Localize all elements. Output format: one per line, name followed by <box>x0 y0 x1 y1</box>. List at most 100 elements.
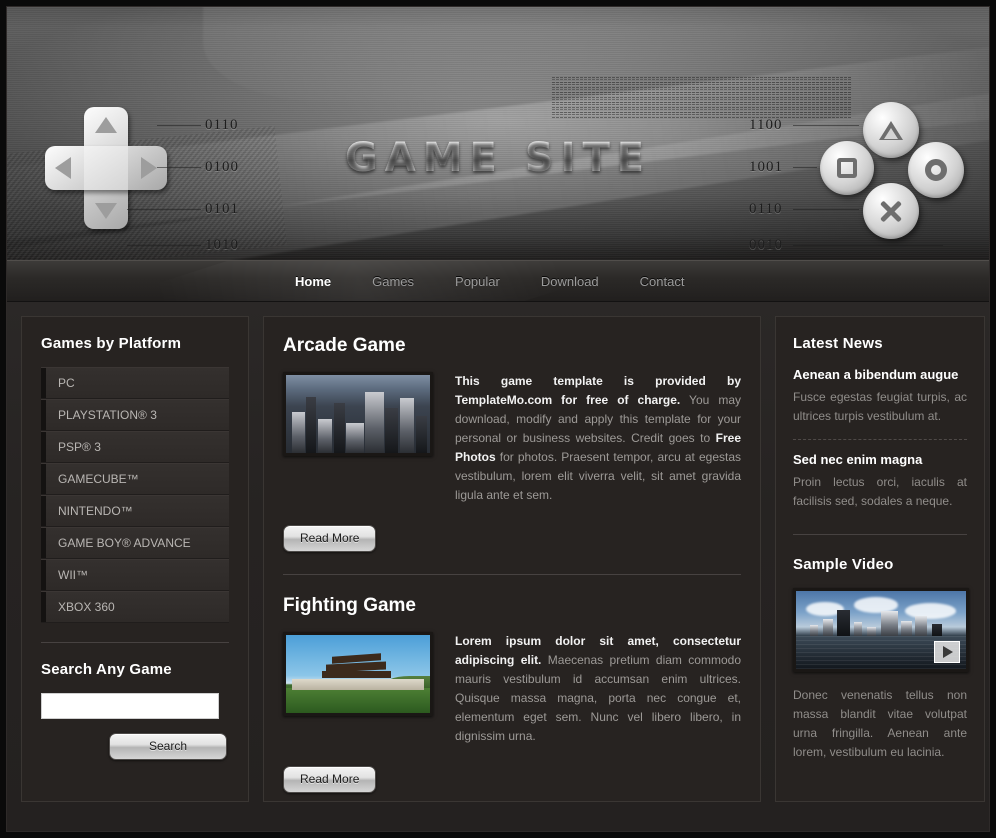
search-button[interactable]: Search <box>109 733 227 760</box>
video-caption: Donec venenatis tellus non massa blandit… <box>793 688 967 759</box>
article-title: Fighting Game <box>283 595 416 616</box>
nav-link-games[interactable]: Games <box>360 270 426 293</box>
article-fighting-game: Fighting Game Lorem ipsum dolor sit amet… <box>283 595 741 793</box>
nav-link-popular[interactable]: Popular <box>443 270 512 293</box>
building <box>836 609 851 637</box>
video-thumbnail[interactable] <box>793 588 969 672</box>
list-item: WII™ <box>41 559 229 591</box>
building <box>881 611 898 637</box>
sidebar-divider <box>41 642 229 643</box>
building <box>809 625 819 637</box>
binary-code-right-3: 0110 <box>749 201 783 217</box>
main-column: Arcade Game This game template is provid… <box>263 316 761 802</box>
main-navigation: Home Games Popular Download Contact <box>7 260 989 302</box>
news-item-title[interactable]: Sed nec enim magna <box>793 452 967 467</box>
city-skyline-photo <box>286 375 430 453</box>
code-leader-line <box>793 167 817 168</box>
binary-code-left-1: 0110 <box>205 117 239 133</box>
list-item: XBOX 360 <box>41 591 229 623</box>
article-text: This game template is provided by Templa… <box>455 372 741 505</box>
news-item-text: Fusce egestas feugiat turpis, ac ultrice… <box>793 390 967 423</box>
sidebar-item-playstation3[interactable]: PLAYSTATION® 3 <box>41 399 229 431</box>
building <box>346 423 364 453</box>
platform-list: PC PLAYSTATION® 3 PSP® 3 GAMECUBE™ NINTE… <box>41 367 229 623</box>
nav-link-contact[interactable]: Contact <box>628 270 697 293</box>
thai-temple-photo <box>286 635 430 713</box>
news-item-title[interactable]: Aenean a bibendum augue <box>793 367 967 382</box>
latest-news-heading: Latest News <box>793 335 883 352</box>
sidebar-item-xbox360[interactable]: XBOX 360 <box>41 591 229 623</box>
binary-code-right-2: 1001 <box>749 159 783 175</box>
list-item: GAMECUBE™ <box>41 463 229 495</box>
sidebar-item-gamecube[interactable]: GAMECUBE™ <box>41 463 229 495</box>
nav-item-download: Download <box>529 270 611 293</box>
lawn <box>286 688 430 713</box>
list-item: NINTENDO™ <box>41 495 229 527</box>
binary-code-right-4: 0010 <box>749 237 783 253</box>
article-thumbnail-city[interactable] <box>283 372 433 456</box>
news-item: Sed nec enim magna Proin lectus orci, ia… <box>793 452 967 511</box>
nav-list: Home Games Popular Download Contact <box>7 261 989 301</box>
news-dashed-divider <box>793 439 967 440</box>
sidebar-item-nintendo[interactable]: NINTENDO™ <box>41 495 229 527</box>
list-item: PC <box>41 367 229 399</box>
banner-microtext-block <box>552 77 852 119</box>
triangle-glyph <box>879 120 903 140</box>
play-triangle-glyph <box>943 646 953 658</box>
page-root: 0110 0100 0101 1010 GAME SITE 1100 1001 … <box>0 0 996 838</box>
building <box>317 418 333 453</box>
circle-glyph <box>925 159 947 181</box>
list-item: PLAYSTATION® 3 <box>41 399 229 431</box>
cross-button-icon <box>863 183 919 239</box>
triangle-button-icon <box>863 102 919 158</box>
building <box>901 620 912 637</box>
nav-item-games: Games <box>360 270 426 293</box>
platforms-heading: Games by Platform <box>41 335 182 352</box>
article-body: Lorem ipsum dolor sit amet, consectetur … <box>283 632 741 746</box>
circle-button-icon <box>908 142 964 198</box>
news-item: Aenean a bibendum augue Fusce egestas fe… <box>793 367 967 426</box>
search-input[interactable] <box>41 693 219 719</box>
building <box>823 619 834 637</box>
nav-item-home: Home <box>283 270 343 293</box>
sample-video-heading: Sample Video <box>793 556 894 573</box>
building <box>399 398 415 453</box>
article-body-2: for photos. Praesent tempor, arcu at ege… <box>455 450 741 502</box>
read-more-button-fighting[interactable]: Read More <box>283 766 377 793</box>
read-more-row: Read More <box>283 766 741 793</box>
read-more-button-arcade[interactable]: Read More <box>283 525 377 552</box>
building <box>365 392 384 453</box>
search-heading: Search Any Game <box>41 661 172 678</box>
cloud <box>904 603 956 620</box>
code-leader-line <box>127 245 201 246</box>
binary-code-right-1: 1100 <box>749 117 783 133</box>
code-leader-line <box>793 125 859 126</box>
play-icon[interactable] <box>934 641 960 663</box>
building <box>415 415 428 453</box>
sidebar-item-gameboy-advance[interactable]: GAME BOY® ADVANCE <box>41 527 229 559</box>
nav-link-download[interactable]: Download <box>529 270 611 293</box>
article-arcade-game: Arcade Game This game template is provid… <box>283 335 741 552</box>
square-button-icon <box>820 141 874 195</box>
code-leader-line <box>793 245 943 246</box>
nav-link-home[interactable]: Home <box>283 270 343 293</box>
article-thumbnail-temple[interactable] <box>283 632 433 716</box>
dpad-down-arrow-icon <box>95 203 117 219</box>
list-item: GAME BOY® ADVANCE <box>41 527 229 559</box>
nav-item-contact: Contact <box>628 270 697 293</box>
square-glyph <box>837 158 857 178</box>
read-more-row: Read More <box>283 525 741 552</box>
article-body: This game template is provided by Templa… <box>283 372 741 505</box>
building <box>867 626 876 637</box>
temple-roof <box>322 670 392 678</box>
sidebar-item-psp3[interactable]: PSP® 3 <box>41 431 229 463</box>
article-divider <box>283 574 741 575</box>
building <box>333 403 346 453</box>
code-leader-line <box>127 209 201 210</box>
sidebar-item-wii[interactable]: WII™ <box>41 559 229 591</box>
left-sidebar: Games by Platform PC PLAYSTATION® 3 PSP®… <box>21 316 249 802</box>
binary-code-left-3: 0101 <box>205 201 239 217</box>
article-text: Lorem ipsum dolor sit amet, consectetur … <box>455 632 741 746</box>
cross-glyph <box>878 198 904 224</box>
sidebar-item-pc[interactable]: PC <box>41 367 229 399</box>
